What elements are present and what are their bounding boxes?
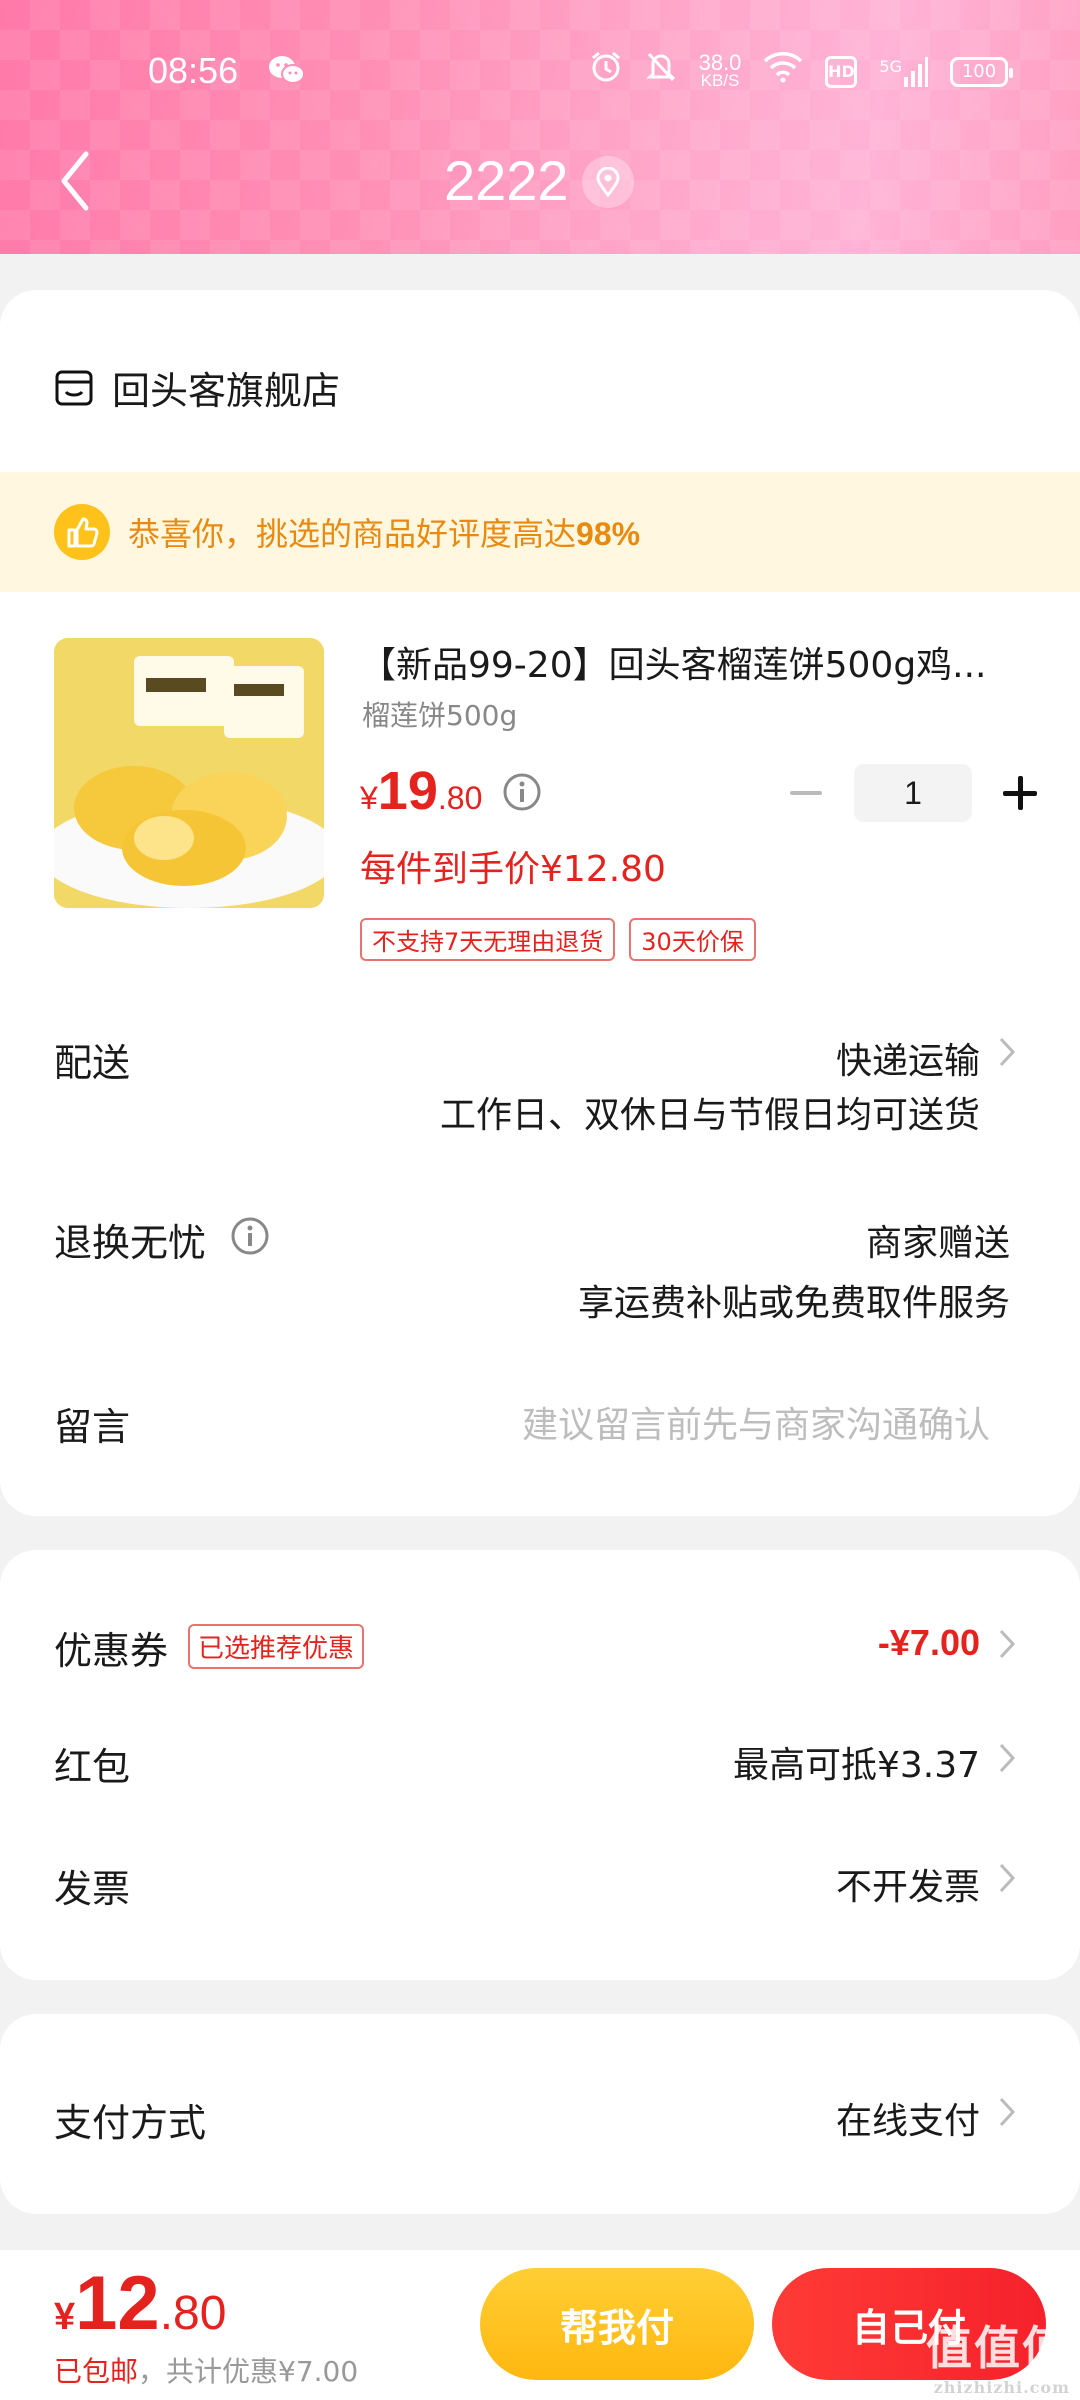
- price-info-icon[interactable]: [502, 772, 542, 816]
- watermark-text: 值值值: [926, 2321, 1070, 2375]
- delivery-label: 配送: [54, 1041, 131, 1085]
- price-decimal: .80: [437, 780, 483, 816]
- discount-text: ，共计优惠¥7.00: [138, 2355, 359, 2388]
- final-unit-price: 每件到手价¥12.80: [360, 849, 666, 890]
- free-shipping-text: 已包邮: [54, 2355, 139, 2388]
- coupon-label: 优惠券: [54, 1629, 169, 1673]
- tag-no-return: 不支持7天无理由退货: [360, 918, 616, 961]
- invoice-label: 发票: [54, 1867, 131, 1911]
- hd-badge: HD: [825, 55, 858, 88]
- wifi-icon: [763, 51, 803, 92]
- delivery-note: 工作日、双休日与节假日均可送货: [439, 1095, 980, 1136]
- chevron-left-icon: [61, 151, 89, 211]
- increase-quantity-button[interactable]: [1000, 773, 1040, 813]
- signal-icon: 5G: [879, 56, 928, 87]
- product-spec[interactable]: 榴莲饼500g: [362, 694, 517, 734]
- quantity-value[interactable]: 1: [854, 764, 972, 822]
- status-icons: 38.0 KB/S HD 5G 100: [589, 49, 1013, 93]
- decrease-quantity-button[interactable]: [786, 773, 826, 813]
- returns-value: 商家赠送: [865, 1223, 1010, 1264]
- quantity-stepper: 1: [786, 764, 1040, 822]
- returns-info-icon[interactable]: [230, 1216, 270, 1260]
- discount-card: 优惠券 已选推荐优惠 -¥7.00 红包 最高可抵¥3.37 发票 不开发票: [0, 1550, 1080, 1980]
- praise-text: 恭喜你，挑选的商品好评度高达98%: [128, 509, 640, 555]
- order-card: 回头客旗舰店 恭喜你，挑选的商品好评度高达98% 【新品99-20】回头客榴莲饼…: [0, 290, 1080, 1516]
- signal-type: 5G: [879, 56, 902, 76]
- store-icon: [55, 370, 93, 405]
- net-speed: 38.0 KB/S: [698, 49, 742, 90]
- message-input[interactable]: 建议留言前先与商家沟通确认: [522, 1396, 990, 1448]
- store-name: 回头客旗舰店: [112, 369, 341, 413]
- checkout-bar: ¥12.80 已包邮，共计优惠¥7.00 帮我付 自己付: [0, 2250, 1080, 2400]
- coupon-value[interactable]: -¥7.00: [878, 1622, 980, 1664]
- net-speed-unit: KB/S: [700, 70, 740, 90]
- watermark: 值值值 zhizhizhi.com: [926, 2312, 1070, 2397]
- wechat-icon: [268, 54, 306, 95]
- price-integer: 19: [377, 761, 438, 821]
- praise-banner: 恭喜你，挑选的商品好评度高达98%: [0, 472, 1080, 592]
- status-bar: 08:56 38.0 KB/S HD 5G 100: [0, 40, 1080, 100]
- help-pay-button[interactable]: 帮我付: [480, 2268, 754, 2380]
- shipping-discount-note: 已包邮，共计优惠¥7.00: [54, 2350, 358, 2390]
- product-image[interactable]: [54, 638, 324, 908]
- watermark-sub: zhizhizhi.com: [933, 2378, 1070, 2397]
- page-title: 2222: [444, 149, 569, 212]
- header-pattern: [0, 0, 1080, 254]
- chevron-right-icon[interactable]: [998, 1628, 1016, 1660]
- status-time: 08:56: [148, 50, 239, 91]
- store-row[interactable]: 回头客旗舰店: [54, 360, 340, 415]
- chevron-right-icon[interactable]: [998, 1742, 1016, 1774]
- back-button[interactable]: [56, 146, 106, 216]
- coupon-tag: 已选推荐优惠: [188, 1624, 365, 1669]
- chevron-right-icon[interactable]: [998, 1036, 1016, 1068]
- mute-bell-icon: [645, 50, 677, 93]
- header: 08:56 38.0 KB/S HD 5G 100 2222: [0, 0, 1080, 254]
- thumbs-up-icon: [54, 504, 110, 560]
- chevron-right-icon[interactable]: [998, 1862, 1016, 1894]
- total-price: ¥12.80: [54, 2260, 226, 2347]
- praise-percent: 98%: [576, 516, 641, 552]
- red-packet-value[interactable]: 最高可抵¥3.37: [733, 1736, 980, 1788]
- returns-note: 享运费补贴或免费取件服务: [577, 1283, 1010, 1324]
- product-price: ¥19.80: [360, 760, 482, 822]
- net-speed-value: 38.0: [698, 49, 742, 75]
- total-integer: 12: [75, 2261, 160, 2346]
- returns-label: 退换无忧: [54, 1221, 207, 1265]
- praise-prefix: 恭喜你，挑选的商品好评度高达: [128, 515, 577, 553]
- chevron-right-icon[interactable]: [998, 2096, 1016, 2128]
- invoice-value[interactable]: 不开发票: [836, 1858, 980, 1910]
- payment-value[interactable]: 在线支付: [836, 2092, 980, 2144]
- location-pin-icon[interactable]: [582, 156, 634, 208]
- red-packet-label: 红包: [54, 1745, 131, 1789]
- payment-label: 支付方式: [54, 2101, 207, 2145]
- tag-price-protect: 30天价保: [629, 918, 756, 961]
- message-label: 留言: [54, 1405, 131, 1449]
- product-tags: 不支持7天无理由退货 30天价保: [360, 918, 756, 961]
- battery-indicator: 100: [950, 56, 1013, 87]
- delivery-method[interactable]: 快递运输: [836, 1032, 980, 1084]
- alarm-icon: [589, 50, 623, 93]
- payment-card: 支付方式 在线支付: [0, 2014, 1080, 2214]
- total-currency: ¥: [54, 2296, 76, 2338]
- price-currency: ¥: [360, 780, 378, 816]
- product-title[interactable]: 【新品99-20】回头客榴莲饼500g鸡...: [360, 636, 1030, 688]
- total-decimal: .80: [159, 2287, 227, 2340]
